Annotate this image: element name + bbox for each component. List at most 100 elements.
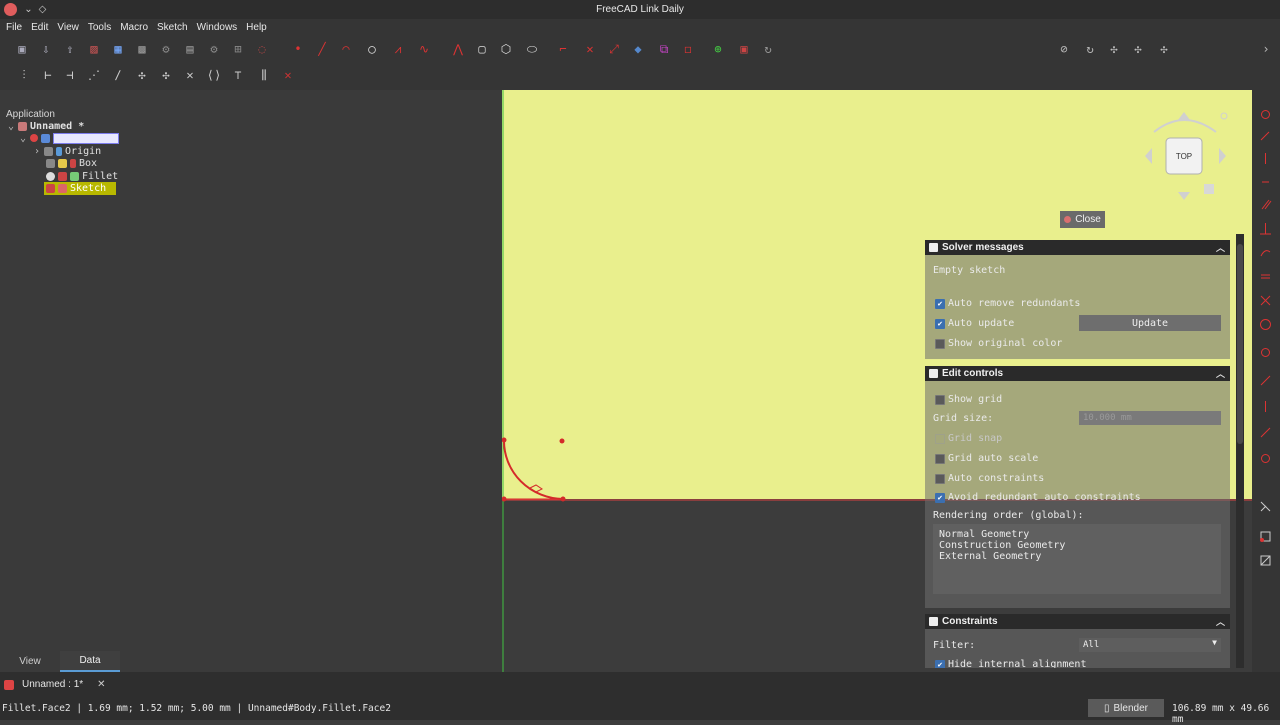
document-tab[interactable]: Unnamed : 1* ✕ [4, 676, 106, 693]
radius-constraint-icon[interactable] [1259, 346, 1272, 359]
construction-mode-icon[interactable]: ◻ [680, 41, 696, 57]
carbon-copy-icon[interactable]: ⧉ [656, 41, 672, 57]
lock-constraint-icon[interactable] [1259, 176, 1272, 189]
visibility-eye-icon[interactable] [46, 158, 55, 168]
grid-auto-scale-checkbox[interactable] [935, 454, 945, 464]
constrain-horizontal-icon[interactable]: ⋰ [86, 67, 102, 83]
constrain-coincident-icon[interactable]: ⫶ [16, 67, 32, 83]
tree-collapse-icon[interactable]: ⌄ [8, 121, 14, 132]
tab-view[interactable]: View [0, 651, 60, 672]
auto-remove-redundants-checkbox[interactable]: ✔ [935, 299, 945, 309]
tree-rename-editor[interactable] [53, 132, 120, 144]
collapse-chevron-icon[interactable]: ︿ [1216, 241, 1225, 254]
visibility-eye-icon[interactable] [44, 146, 54, 156]
show-original-color-checkbox[interactable] [935, 339, 945, 349]
array-tool-icon[interactable] [1259, 554, 1272, 567]
coincident-icon[interactable] [1259, 108, 1272, 121]
view-fit-icon[interactable]: ⊘ [1056, 41, 1072, 57]
scrollbar-thumb[interactable] [1237, 244, 1243, 444]
list-item[interactable]: Construction Geometry [939, 540, 1065, 551]
vertical-constraint-icon[interactable] [1259, 152, 1272, 165]
rectangle-icon[interactable]: ▢ [474, 41, 490, 57]
hide-internal-checkbox[interactable]: ✔ [935, 660, 945, 668]
menu-macro[interactable]: Macro [120, 22, 148, 33]
toggle-construction-icon[interactable]: ⊕ [710, 41, 726, 57]
grid-snap-checkbox[interactable] [935, 434, 945, 444]
polygon-icon[interactable]: ⬡ [498, 41, 514, 57]
constrain-point-on-object-icon[interactable]: ⊢ [40, 67, 56, 83]
tree-item-fillet[interactable]: Fillet [46, 170, 118, 182]
menu-help[interactable]: Help [246, 22, 267, 33]
view-sketch-icon[interactable]: ▦ [110, 41, 126, 57]
parallel-constraint-icon[interactable] [1259, 198, 1272, 211]
nav-menu-icon[interactable] [1220, 112, 1228, 120]
grid-icon[interactable]: ✣ [1156, 41, 1172, 57]
constrain-tangent-icon[interactable]: ✣ [158, 67, 174, 83]
collapse-chevron-icon[interactable]: ︿ [1216, 615, 1225, 628]
view-section-icon[interactable]: ▩ [134, 41, 150, 57]
close-icon[interactable]: ✕ [97, 679, 105, 690]
rotate-view-icon[interactable]: ↻ [1082, 41, 1098, 57]
tree-item-box[interactable]: Box [46, 157, 97, 169]
tree-item-sketch[interactable]: Sketch [44, 182, 116, 195]
conic-icon[interactable]: ⩘ [390, 41, 406, 57]
window-menu-chevron-icon[interactable]: ⌄ [22, 3, 35, 16]
point-icon[interactable]: • [290, 41, 306, 57]
nav-mini-cube-icon[interactable] [1204, 184, 1214, 194]
nav-left-arrow-icon[interactable] [1145, 148, 1152, 164]
list-item[interactable]: External Geometry [939, 551, 1041, 562]
menu-windows[interactable]: Windows [197, 22, 238, 33]
perpendicular-constraint-icon[interactable] [1259, 222, 1272, 235]
equal-constraint-icon[interactable] [1259, 270, 1272, 283]
internal-alignment-icon[interactable] [1259, 426, 1272, 439]
constrain-vertical-icon[interactable]: ⊣ [62, 67, 78, 83]
visibility-eye-icon[interactable] [46, 171, 55, 181]
snell-constraint-icon[interactable] [1259, 400, 1272, 413]
rotate-arrow-icon[interactable] [1153, 119, 1217, 133]
arc-start-point[interactable] [560, 496, 566, 502]
tree-item-origin[interactable]: › Origin [34, 145, 101, 157]
tree-expand-icon[interactable]: › [34, 146, 40, 157]
symmetric-constraint-icon[interactable] [1259, 294, 1272, 307]
constrain-symmetric-icon[interactable]: ⟨⟩ [206, 67, 222, 83]
tree-body-row[interactable]: ⌄ [20, 132, 120, 144]
snap-icon[interactable]: ✣ [1130, 41, 1146, 57]
reorient-sketch-icon[interactable]: ▤ [182, 41, 198, 57]
leave-sketch-icon[interactable]: ▨ [86, 41, 102, 57]
auto-constraints-checkbox[interactable] [935, 474, 945, 484]
constrain-distance-icon[interactable]: ⫼ [256, 67, 272, 83]
window-pin-icon[interactable]: ◇ [36, 3, 49, 16]
copy-tool-icon[interactable] [1259, 530, 1272, 543]
open-document-icon[interactable]: ⇩ [38, 41, 54, 57]
constrain-radius-icon[interactable]: ✕ [280, 67, 296, 83]
collapse-chevron-icon[interactable]: ︿ [1216, 367, 1225, 380]
trim-icon[interactable]: ✕ [582, 41, 598, 57]
scale-tool-icon[interactable] [1259, 500, 1272, 513]
task-panel-scrollbar[interactable] [1236, 234, 1244, 668]
save-document-icon[interactable]: ⇧ [62, 41, 78, 57]
horizontal-constraint-icon[interactable] [1259, 130, 1272, 143]
validate-sketch-icon[interactable]: ⚙ [206, 41, 222, 57]
arc-center-point[interactable] [559, 438, 565, 444]
origin-point[interactable] [502, 496, 507, 502]
tree-document-row[interactable]: ⌄ Unnamed * [8, 120, 84, 132]
navigation-style-button[interactable]: ▯ Blender [1088, 699, 1164, 717]
solver-messages-header[interactable]: Solver messages ︿ [925, 240, 1230, 255]
rendering-order-list[interactable]: Normal Geometry Construction Geometry Ex… [933, 524, 1221, 594]
edit-controls-header[interactable]: Edit controls ︿ [925, 366, 1230, 381]
tree-collapse-icon[interactable]: ⌄ [20, 133, 26, 144]
arc-end-point[interactable] [502, 437, 507, 443]
visibility-eye-icon[interactable] [30, 134, 39, 142]
new-document-icon[interactable]: ▣ [14, 41, 30, 57]
select-geometry-icon[interactable]: ▣ [736, 41, 752, 57]
toolbar-overflow-icon[interactable]: › [1258, 41, 1274, 57]
slot-icon[interactable]: ⬭ [524, 41, 540, 57]
nav-down-arrow-icon[interactable] [1178, 192, 1190, 200]
show-grid-checkbox[interactable] [935, 395, 945, 405]
mirror-sketch-icon[interactable]: ◌ [254, 41, 270, 57]
angle-constraint-icon[interactable] [1259, 374, 1272, 387]
nav-up-arrow-icon[interactable] [1178, 112, 1190, 120]
tab-data[interactable]: Data [60, 651, 120, 672]
external-geometry-icon[interactable]: ◆ [630, 41, 646, 57]
fillet-icon[interactable]: ⌐ [555, 41, 571, 57]
